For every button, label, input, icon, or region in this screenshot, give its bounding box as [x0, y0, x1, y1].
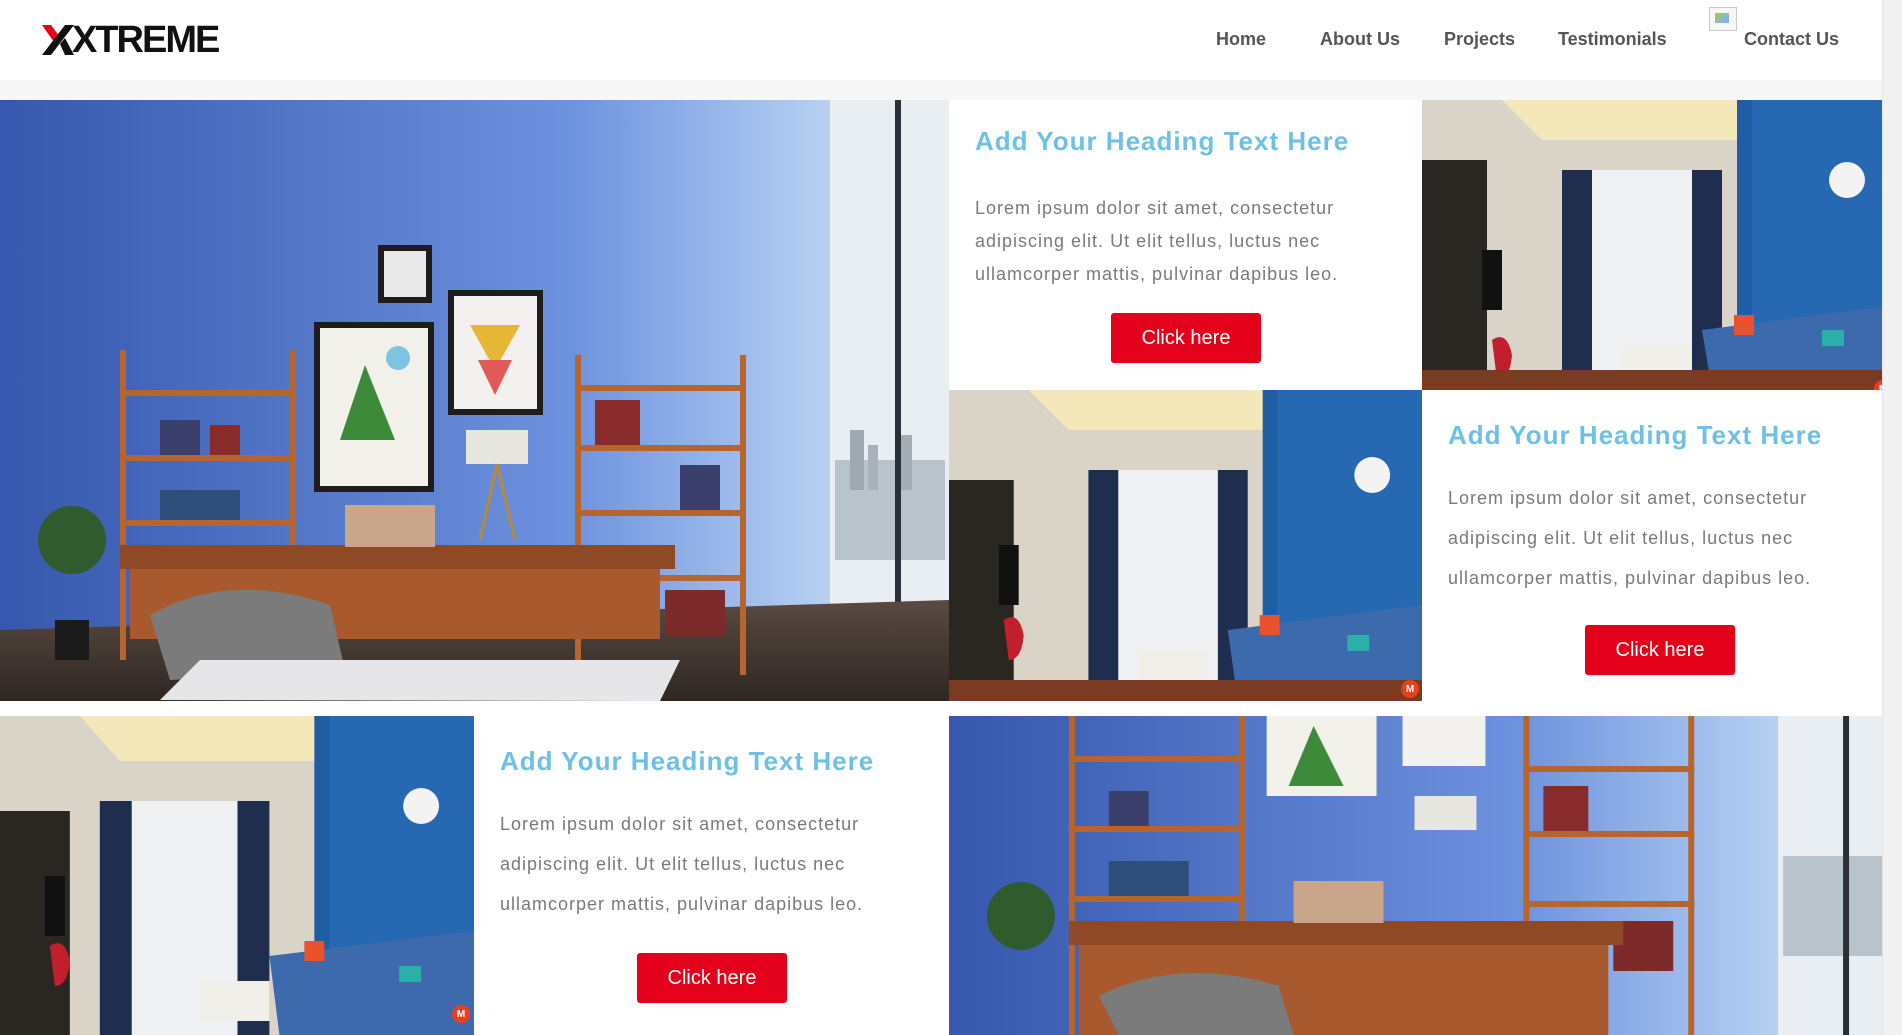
- site-logo[interactable]: XTREME: [42, 19, 220, 61]
- feature-1-button[interactable]: Click here: [1111, 313, 1261, 363]
- feature-2-button[interactable]: Click here: [1585, 625, 1735, 675]
- feature-2-body: Lorem ipsum dolor sit amet, consectetur …: [1448, 488, 1812, 588]
- nav-projects[interactable]: Projects: [1444, 27, 1515, 51]
- feature-block-1: Add Your Heading Text Here Lorem ipsum d…: [949, 100, 1422, 390]
- office-photo-large: [0, 100, 949, 701]
- living-room-illustration: [1422, 100, 1897, 390]
- living-room-illustration: [0, 716, 474, 1035]
- feature-2-heading: Add Your Heading Text Here: [1448, 420, 1823, 450]
- living-room-photo-1: M: [1422, 100, 1897, 390]
- feature-3-heading: Add Your Heading Text Here: [500, 746, 875, 776]
- feature-1-body: Lorem ipsum dolor sit amet, consectetur …: [975, 198, 1339, 284]
- badge-m-icon: M: [1401, 680, 1419, 698]
- living-room-photo-3: M: [0, 716, 474, 1035]
- header-divider: [0, 80, 1902, 100]
- nav-testimonials[interactable]: Testimonials: [1558, 27, 1667, 51]
- nav-contact-us[interactable]: Contact Us: [1744, 27, 1839, 51]
- living-room-photo-2: M: [949, 390, 1422, 701]
- feature-block-3: Add Your Heading Text Here Lorem ipsum d…: [474, 716, 949, 1035]
- feature-3-body: Lorem ipsum dolor sit amet, consectetur …: [500, 814, 864, 914]
- page-scrollbar[interactable]: [1882, 0, 1902, 1035]
- office-illustration: [0, 100, 949, 701]
- badge-m-icon: M: [452, 1005, 470, 1023]
- office-photo-2: [949, 716, 1897, 1035]
- feature-1-heading: Add Your Heading Text Here: [975, 126, 1350, 156]
- nav-home[interactable]: Home: [1216, 27, 1266, 51]
- feature-block-2: Add Your Heading Text Here Lorem ipsum d…: [1422, 390, 1897, 701]
- living-room-illustration: [949, 390, 1422, 701]
- broken-image-icon: [1709, 7, 1737, 31]
- feature-3-button[interactable]: Click here: [637, 953, 787, 1003]
- main-nav: Home About Us Projects Testimonials Cont…: [1142, 7, 1902, 53]
- office-illustration: [949, 716, 1897, 1035]
- site-header: XTREME Home About Us Projects Testimonia…: [0, 0, 1902, 80]
- nav-about-us[interactable]: About Us: [1320, 27, 1400, 51]
- logo-text: XTREME: [72, 19, 220, 61]
- logo-x-icon: [42, 25, 74, 55]
